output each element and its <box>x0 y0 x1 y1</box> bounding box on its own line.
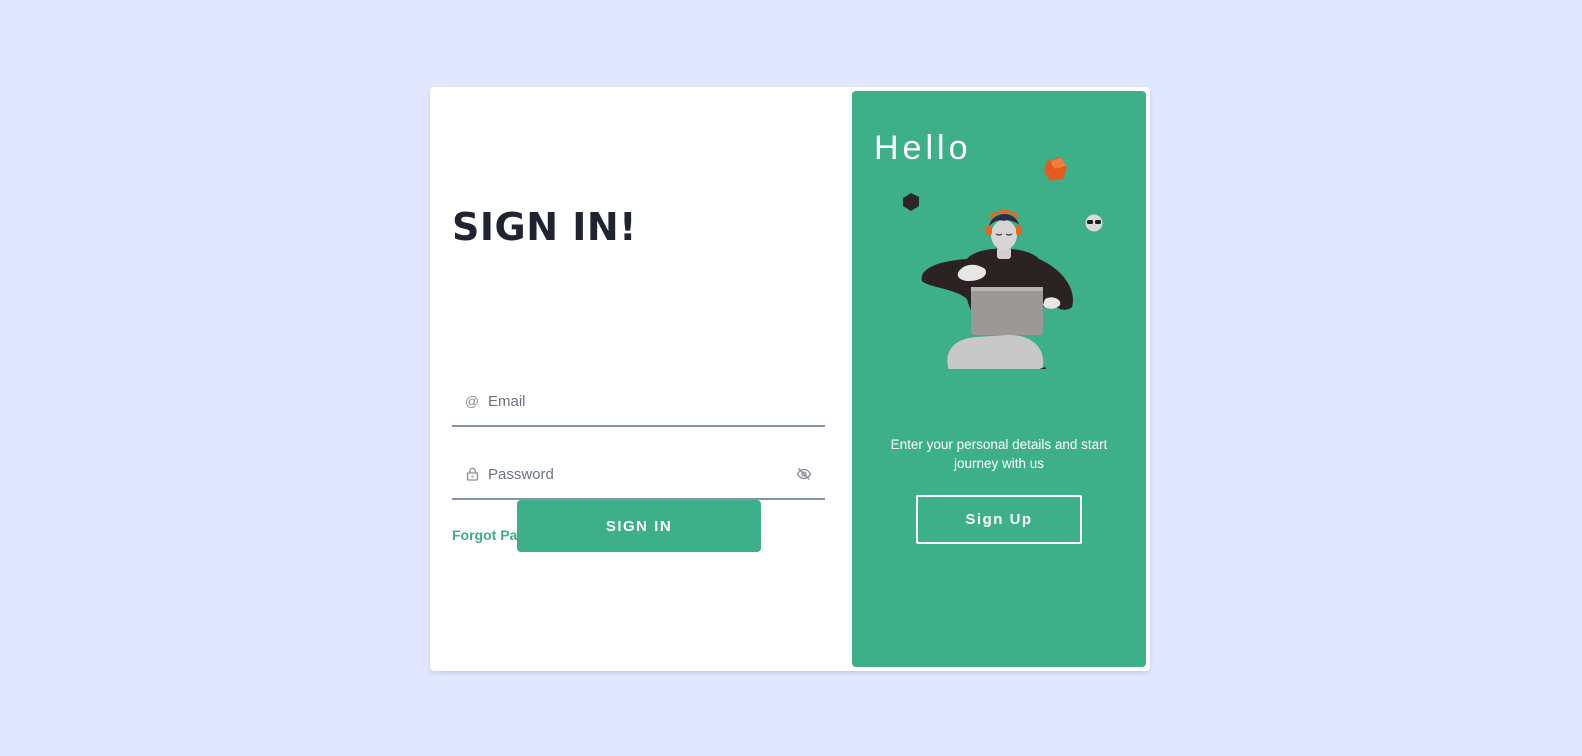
person-with-laptop-illustration <box>903 157 1103 369</box>
auth-card: SIGN IN! @ Forgot Passw <box>430 87 1150 671</box>
password-input[interactable] <box>488 459 795 489</box>
lock-icon <box>464 466 480 482</box>
page-title: SIGN IN! <box>452 205 638 249</box>
welcome-tagline: Enter your personal details and start jo… <box>890 436 1108 471</box>
sign-up-button[interactable]: Sign Up <box>916 495 1082 544</box>
welcome-panel: Hello Enter your personal details and st… <box>852 91 1146 667</box>
at-icon: @ <box>464 393 480 409</box>
sign-in-button[interactable]: SIGN IN <box>517 500 761 552</box>
signin-panel: SIGN IN! @ Forgot Passw <box>430 87 852 671</box>
eye-off-icon[interactable] <box>795 465 813 483</box>
email-field-container: @ <box>452 377 825 427</box>
email-input[interactable] <box>488 386 825 416</box>
password-field-container <box>452 450 825 500</box>
